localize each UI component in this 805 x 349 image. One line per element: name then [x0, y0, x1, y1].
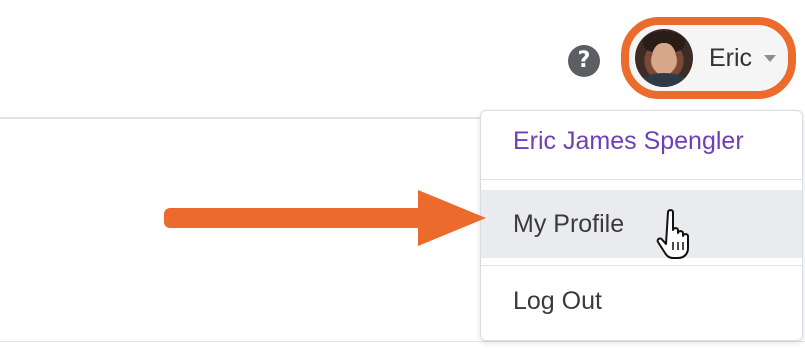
avatar [635, 29, 693, 87]
user-menu-name: Eric [709, 43, 753, 72]
page: ? Eric Eric James Spengler My Profile Lo… [0, 0, 805, 349]
menu-item-log-out[interactable]: Log Out [481, 271, 802, 331]
question-circle-icon[interactable]: ? [568, 45, 600, 77]
dropdown-divider [481, 265, 802, 266]
header-divider [0, 117, 482, 119]
content-divider [0, 341, 805, 342]
annotation-arrow-icon [164, 190, 486, 246]
menu-item-my-profile[interactable]: My Profile [481, 190, 802, 258]
dropdown-divider [481, 179, 802, 180]
caret-down-icon [764, 54, 777, 62]
dropdown-full-name: Eric James Spengler [513, 127, 744, 155]
user-dropdown-menu: Eric James Spengler My Profile Log Out [480, 110, 803, 341]
hand-pointer-icon [656, 209, 689, 259]
user-menu-button[interactable]: Eric [621, 17, 796, 99]
